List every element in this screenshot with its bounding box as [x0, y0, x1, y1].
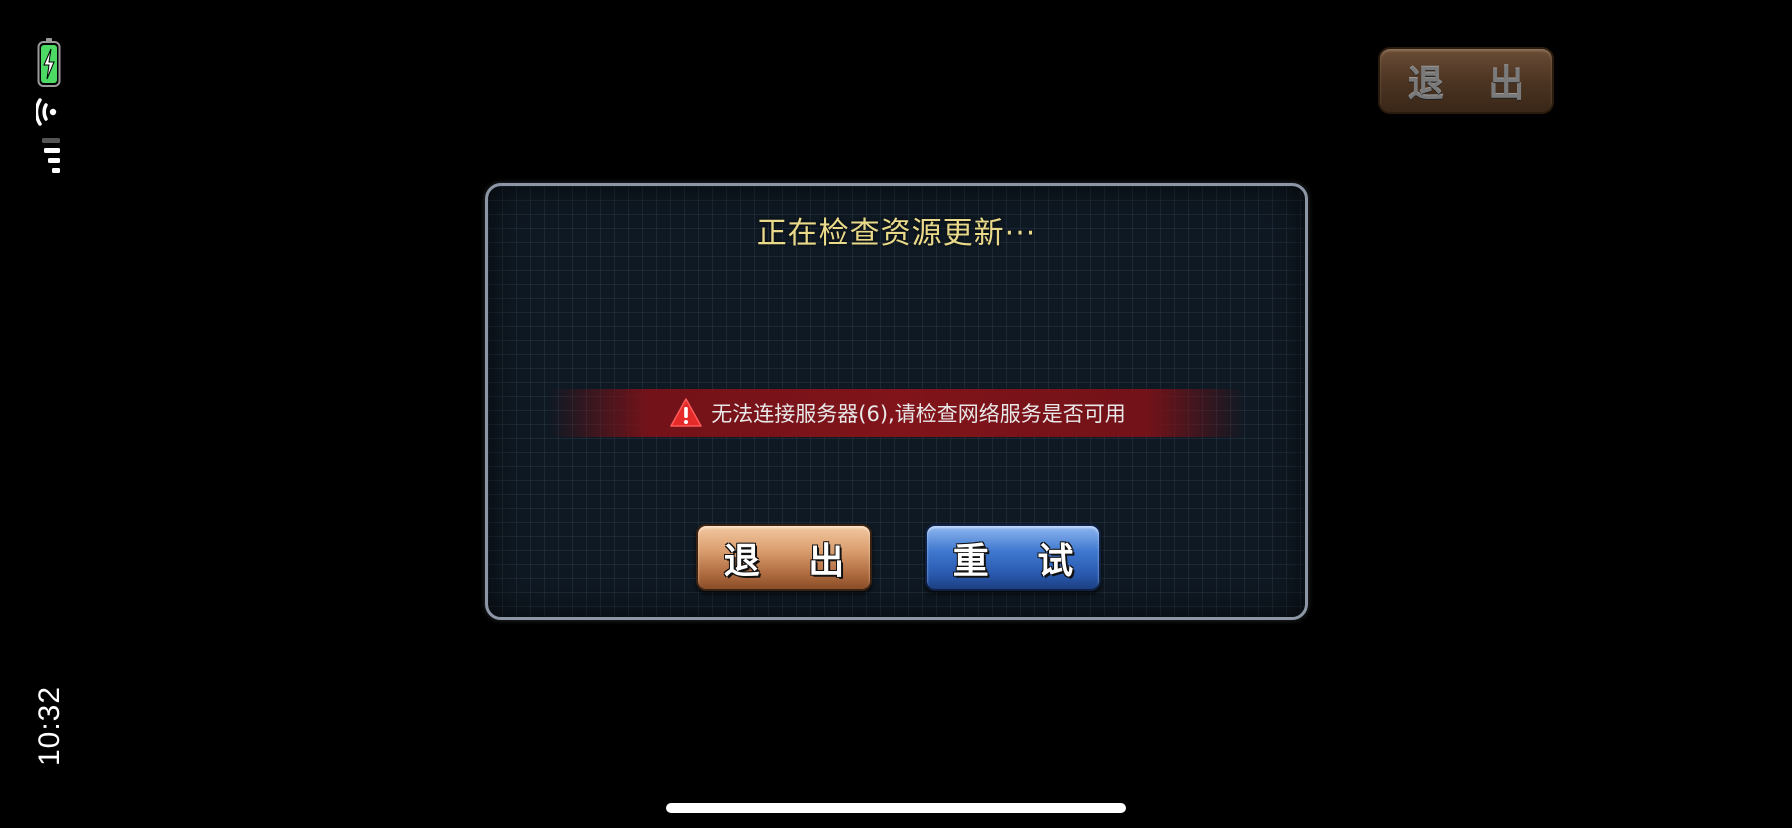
- game-screen: 10:32 退 出 正在检查资源更新··· 无法连接服务器(6),请检查网络服务…: [0, 0, 1792, 828]
- home-indicator[interactable]: [666, 803, 1126, 813]
- error-message: 无法连接服务器(6),请检查网络服务是否可用: [711, 402, 1126, 426]
- battery-charging-icon: [37, 38, 61, 87]
- warning-triangle-icon: [670, 398, 703, 427]
- wifi-icon: [36, 98, 57, 126]
- status-bar: 10:32: [0, 0, 100, 828]
- top-exit-label: 退 出: [1407, 63, 1541, 105]
- dialog-title: 正在检查资源更新···: [756, 216, 1037, 251]
- exit-button[interactable]: 退 出: [696, 524, 872, 591]
- retry-button-label: 重 试: [952, 540, 1092, 582]
- cellular-signal-icon: [42, 138, 60, 173]
- update-check-dialog: 正在检查资源更新··· 无法连接服务器(6),请检查网络服务是否可用 退 出 重…: [485, 183, 1308, 620]
- error-banner: 无法连接服务器(6),请检查网络服务是否可用: [550, 389, 1245, 437]
- retry-button[interactable]: 重 试: [925, 524, 1101, 591]
- top-exit-button[interactable]: 退 出: [1378, 47, 1554, 114]
- exit-button-label: 退 出: [723, 540, 863, 582]
- status-time: 10:32: [33, 685, 66, 767]
